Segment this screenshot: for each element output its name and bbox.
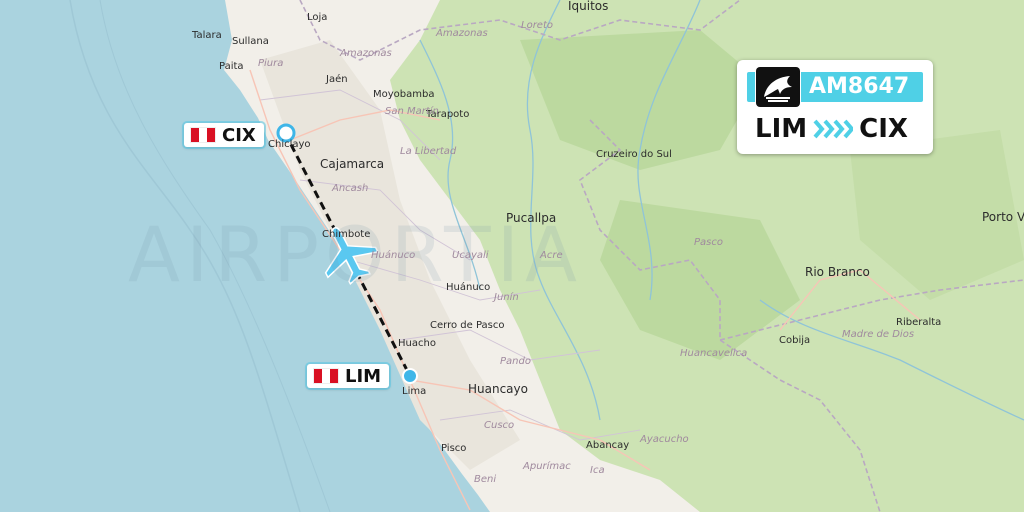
city-label: Porto Velho (982, 210, 1024, 224)
flight-number: AM8647 (809, 74, 910, 99)
city-label: Cruzeiro do Sul (596, 149, 672, 160)
region-label: Madre de Dios (842, 329, 915, 340)
flight-route-summary: LIM CIX (755, 114, 908, 144)
region-label: La Libertad (400, 146, 457, 157)
region-label: Piura (258, 58, 284, 69)
region-label: Ica (590, 465, 605, 476)
region-label: Beni (474, 474, 497, 485)
city-label: Sullana (232, 36, 269, 47)
region-label: Loreto (521, 20, 553, 31)
city-label: Riberalta (896, 317, 942, 328)
city-label: Abancay (586, 440, 630, 451)
city-label: Paita (219, 61, 244, 72)
city-label: Talara (192, 30, 222, 41)
city-label: Rio Branco (805, 265, 870, 279)
city-label: Chimbote (322, 229, 371, 240)
peru-flag-icon (313, 368, 339, 384)
flight-info-card[interactable]: AM8647 LIM CIX (737, 60, 933, 154)
city-label: Jaén (326, 74, 348, 85)
origin-airport-code: LIM (345, 365, 382, 387)
region-label: Ayacucho (640, 434, 689, 445)
origin-airport-tag[interactable]: LIM (307, 364, 390, 388)
region-label: Junín (494, 292, 519, 303)
destination-airport-code: CIX (222, 124, 256, 146)
peru-flag-icon (190, 127, 216, 143)
city-label: Loja (307, 12, 328, 23)
region-label: Acre (540, 250, 563, 261)
region-label: Huancavelica (680, 348, 748, 359)
region-label: Amazonas (436, 28, 488, 39)
route-arrows-icon (813, 118, 854, 140)
region-label: Huánuco (371, 250, 416, 261)
destination-airport-tag[interactable]: CIX (184, 123, 264, 147)
origin-marker (402, 368, 418, 384)
region-label: Amazonas (340, 48, 392, 59)
region-label: Cusco (484, 420, 515, 431)
city-label: Lima (402, 386, 427, 397)
city-label: Pisco (441, 443, 467, 454)
region-label: Apurímac (523, 461, 571, 472)
region-label: Pasco (694, 237, 723, 248)
airline-logo-icon (755, 66, 801, 108)
region-label: Ancash (332, 183, 369, 194)
city-label: Cerro de Pasco (430, 320, 505, 331)
city-label: Cajamarca (320, 157, 385, 171)
city-label: Moyobamba (373, 89, 435, 100)
city-label: Pucallpa (506, 211, 557, 225)
region-label: Ucayali (452, 250, 489, 261)
route-destination-code: CIX (859, 114, 908, 144)
city-label: Iquitos (568, 0, 609, 13)
city-label: Huancayo (468, 382, 528, 396)
route-origin-code: LIM (755, 114, 808, 144)
city-label: Huacho (398, 338, 436, 349)
region-label: San Martín (385, 106, 439, 117)
city-label: Huánuco (446, 282, 491, 293)
region-label: Pando (500, 356, 531, 367)
city-label: Chiclayo (268, 139, 311, 150)
city-label: Cobija (779, 335, 811, 346)
